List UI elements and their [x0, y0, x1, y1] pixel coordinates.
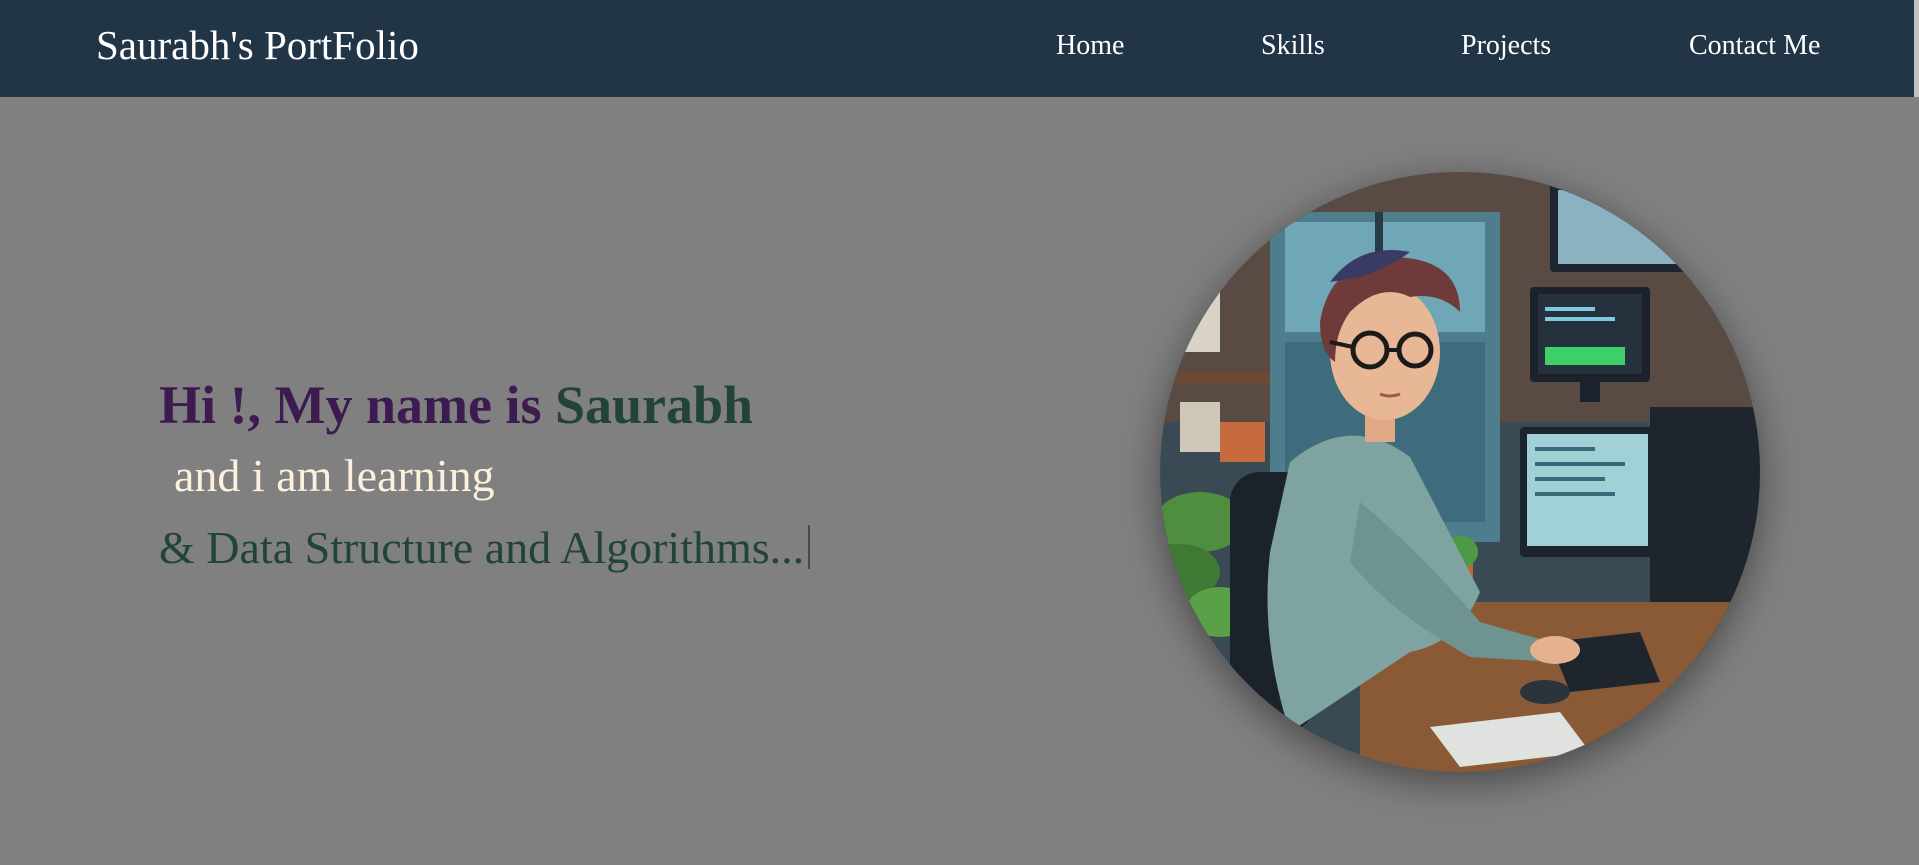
nav-link-projects[interactable]: Projects — [1461, 28, 1551, 64]
nav-link-skills[interactable]: Skills — [1261, 28, 1325, 64]
learning-line: and i am learning — [174, 450, 495, 501]
navbar: Saurabh's PortFolio Home Skills Projects… — [0, 0, 1919, 97]
typing-cursor — [808, 525, 811, 569]
greeting-name: Saurabh — [554, 375, 754, 435]
nav-link-home[interactable]: Home — [1056, 28, 1124, 64]
portfolio-page: Saurabh's PortFolio Home Skills Projects… — [0, 0, 1919, 865]
hero-intro: Hi !, My name is Saurabh and i am learni… — [159, 370, 919, 584]
scrollbar-thumb[interactable] — [1914, 0, 1919, 97]
developer-avatar-icon — [1160, 172, 1760, 772]
nav-link-contact-me[interactable]: Contact Me — [1689, 28, 1820, 64]
nav-links: Home Skills Projects Contact Me — [0, 28, 1919, 68]
hero-greeting: Hi !, My name is Saurabh — [159, 370, 919, 440]
greeting-prefix: Hi !, My name is — [159, 375, 555, 435]
typing-text: & Data Structure and Algorithms... — [159, 522, 805, 573]
typing-line: & Data Structure and Algorithms... — [159, 512, 919, 584]
